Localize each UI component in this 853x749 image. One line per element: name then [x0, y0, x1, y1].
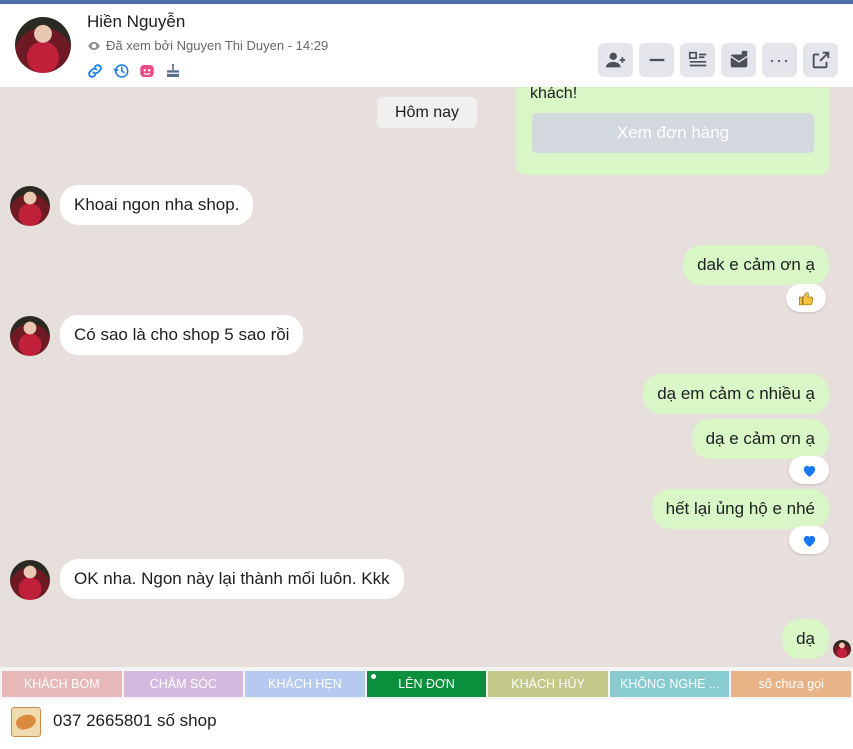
seen-status-text: Đã xem bởi Nguyen Thi Duyen - 14:29	[106, 38, 329, 53]
tag-so-chua-goi[interactable]: số chưa gọi	[731, 671, 852, 697]
seen-avatar	[833, 640, 851, 658]
tag-khach-huy[interactable]: KHÁCH HỦY	[488, 671, 608, 697]
tag-cham-soc[interactable]: CHĂM SÓC	[123, 671, 244, 697]
history-icon[interactable]	[112, 62, 130, 80]
mail-button[interactable]	[721, 43, 756, 77]
avatar[interactable]	[10, 560, 50, 600]
footer: 037 2665801 số shop	[0, 699, 853, 749]
message-bubble-outgoing[interactable]: dạ	[782, 619, 829, 659]
message-bubble-outgoing[interactable]: hết lại ủng hộ e nhé	[651, 489, 829, 529]
seen-status: Đã xem bởi Nguyen Thi Duyen - 14:29	[87, 38, 328, 53]
tag-khach-hen[interactable]: KHÁCH HẸN	[245, 671, 365, 697]
sticker-icon[interactable]	[138, 62, 156, 80]
shop-phone-text[interactable]: 037 2665801 số shop	[53, 711, 217, 731]
cake-icon[interactable]	[164, 62, 182, 80]
avatar[interactable]	[10, 316, 50, 356]
reaction-heart[interactable]	[789, 526, 829, 554]
avatar[interactable]	[15, 17, 71, 73]
reaction-heart[interactable]	[789, 456, 829, 484]
minimize-button[interactable]	[639, 43, 674, 77]
mail-icon	[729, 50, 748, 68]
header-actions: ···	[598, 43, 838, 77]
message-bubble-incoming[interactable]: OK nha. Ngon này lại thành mối luôn. Kkk	[60, 559, 404, 599]
message-bubble-outgoing[interactable]: dạ em cảm c nhiều ạ	[643, 374, 829, 414]
link-icon[interactable]	[86, 62, 104, 80]
message-bubble-outgoing[interactable]: dạ e cảm ơn ạ	[691, 419, 829, 459]
order-card: khách! Xem đơn hàng	[516, 87, 829, 175]
eye-icon	[88, 41, 100, 50]
tag-bar: KHÁCH BOM CHĂM SÓC KHÁCH HẸN LÊN ĐƠN KHÁ…	[0, 667, 853, 699]
tag-len-don[interactable]: LÊN ĐƠN	[366, 671, 487, 697]
conversation-header: Hiền Nguyễn Đã xem bởi Nguyen Thi Duyen …	[0, 4, 853, 87]
avatar[interactable]	[10, 186, 50, 226]
order-card-text: khách!	[530, 87, 578, 102]
more-icon: ···	[769, 49, 790, 70]
tag-khong-nghe[interactable]: KHÔNG NGHE ...	[609, 671, 730, 697]
add-user-button[interactable]	[598, 43, 633, 77]
add-user-icon	[605, 52, 625, 68]
customer-name[interactable]: Hiền Nguyễn	[87, 12, 185, 32]
heart-icon	[803, 535, 815, 547]
external-link-icon	[812, 51, 829, 69]
view-order-button[interactable]: Xem đơn hàng	[532, 113, 814, 153]
more-button[interactable]: ···	[762, 43, 797, 77]
external-link-button[interactable]	[803, 43, 838, 77]
list-icon	[688, 51, 706, 67]
date-divider: Hôm nay	[377, 97, 477, 128]
heart-icon	[803, 465, 815, 477]
thumbs-up-icon	[798, 291, 813, 305]
list-button[interactable]	[680, 43, 715, 77]
reaction-like[interactable]	[786, 284, 826, 312]
message-bubble-incoming[interactable]: Có sao là cho shop 5 sao rồi	[60, 315, 304, 355]
active-dot-icon	[370, 674, 376, 679]
message-bubble-incoming[interactable]: Khoai ngon nha shop.	[60, 185, 254, 225]
minimize-icon	[649, 58, 664, 62]
tag-khach-bom[interactable]: KHÁCH BOM	[2, 671, 122, 697]
shop-icon	[11, 707, 41, 737]
header-tag-icons	[86, 62, 182, 80]
chat-area[interactable]: khách! Xem đơn hàng Hôm nay Khoai ngon n…	[0, 87, 853, 667]
message-bubble-outgoing[interactable]: dak e cảm ơn ạ	[683, 245, 829, 285]
